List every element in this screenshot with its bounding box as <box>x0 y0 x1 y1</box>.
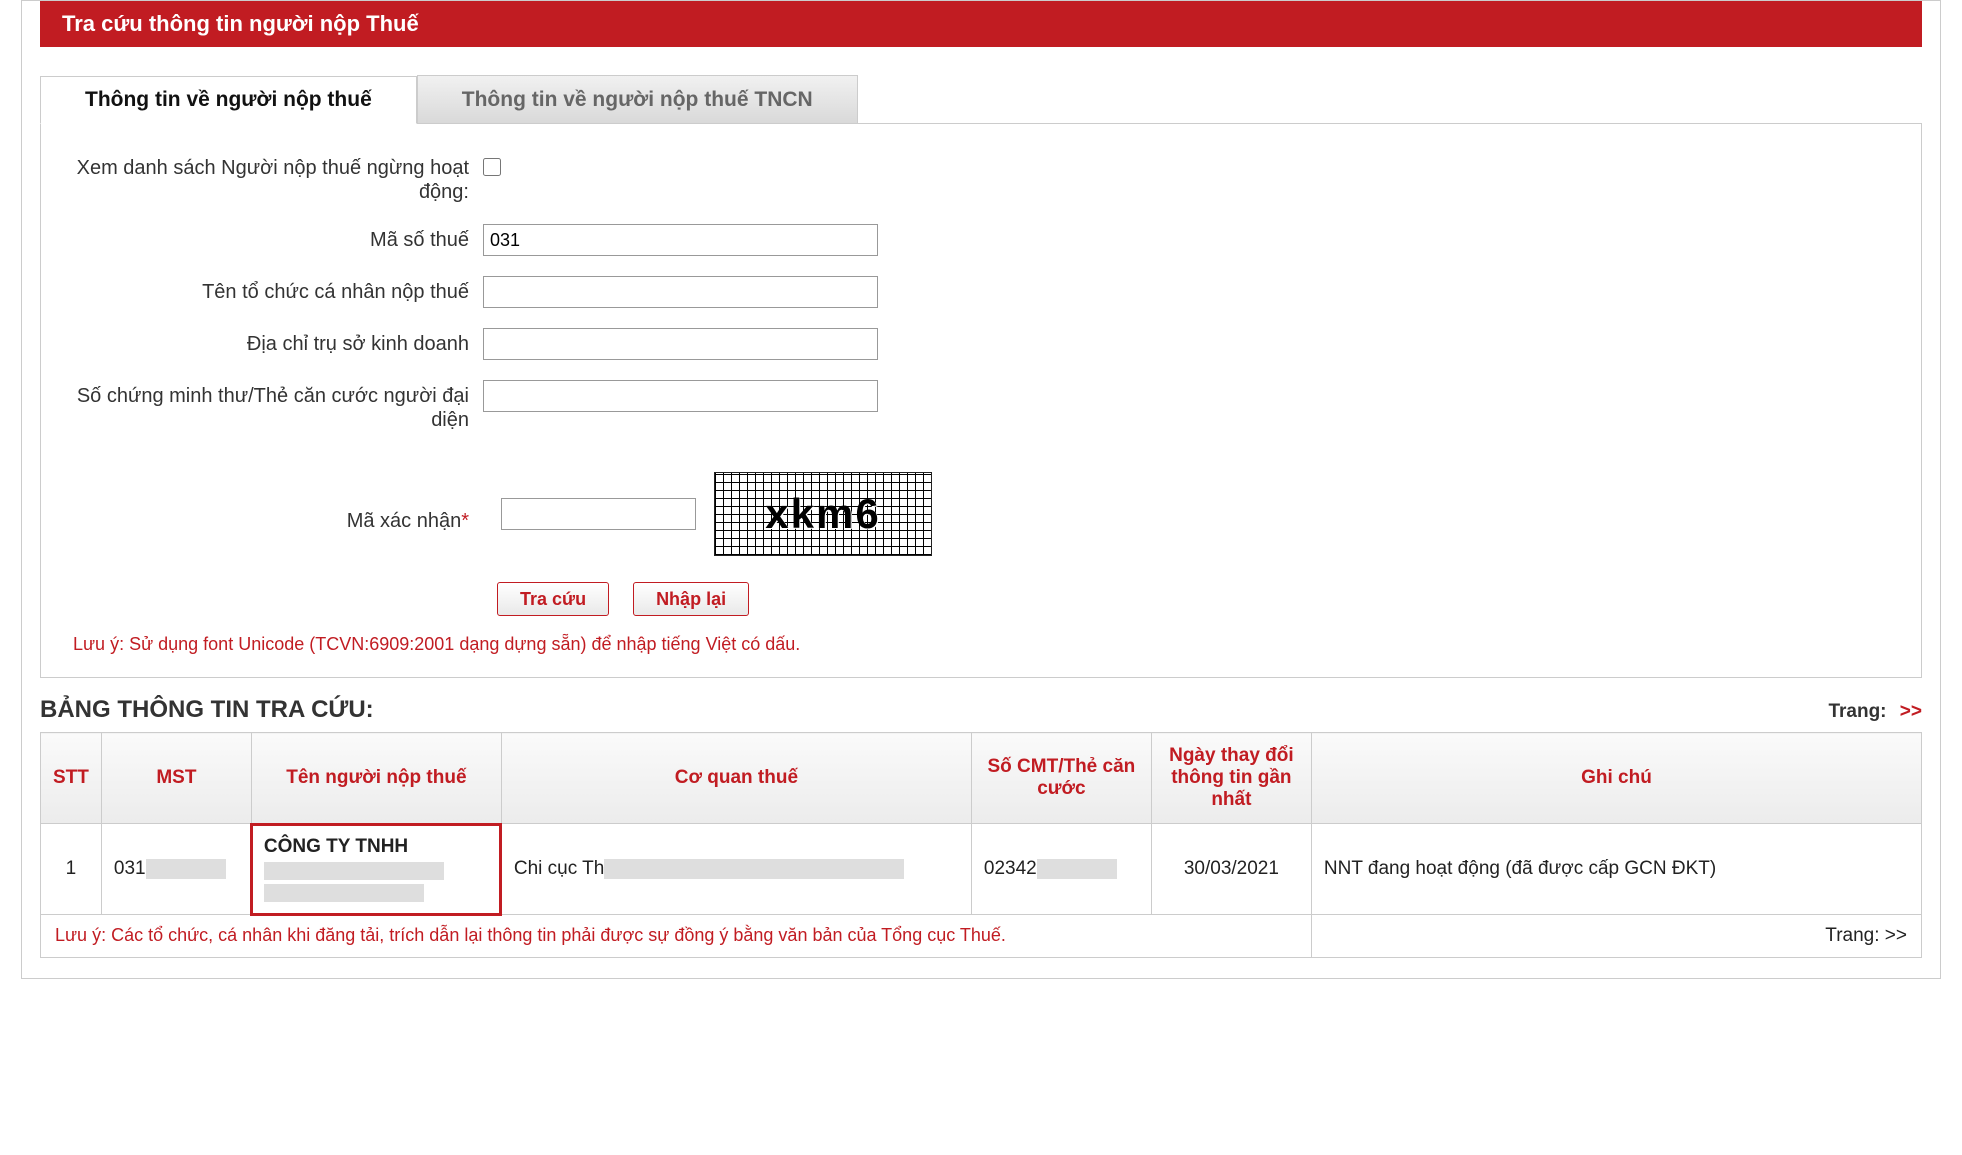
page-container: Tra cứu thông tin người nộp Thuế Thông t… <box>21 0 1941 979</box>
th-stt: STT <box>41 733 102 824</box>
label-org-name: Tên tổ chức cá nhân nộp thuế <box>73 276 483 304</box>
footer-note-cell: Lưu ý: Các tổ chức, cá nhân khi đăng tải… <box>41 915 1312 958</box>
th-date: Ngày thay đổi thông tin gần nhất <box>1151 733 1311 824</box>
button-row: Tra cứu Nhập lại <box>73 582 1889 616</box>
cell-date: 30/03/2021 <box>1151 824 1311 915</box>
title-bar: Tra cứu thông tin người nộp Thuế <box>40 1 1922 47</box>
cell-stt: 1 <box>41 824 102 915</box>
tabs: Thông tin về người nộp thuế Thông tin về… <box>40 75 1922 123</box>
input-tax-code[interactable] <box>483 224 878 256</box>
tab-label: Thông tin về người nộp thuế TNCN <box>462 88 813 112</box>
form-note: Lưu ý: Sử dụng font Unicode (TCVN:6909:2… <box>73 634 1889 655</box>
footer-note: Lưu ý: Các tổ chức, cá nhân khi đăng tải… <box>55 925 1006 945</box>
th-agency: Cơ quan thuế <box>501 733 971 824</box>
label-tax-code: Mã số thuế <box>73 224 483 252</box>
checkbox-suspended[interactable] <box>483 158 501 176</box>
row-suspended: Xem danh sách Người nộp thuế ngừng hoạt … <box>73 152 1889 204</box>
row-address: Địa chỉ trụ sở kinh doanh <box>73 328 1889 360</box>
cell-note: NNT đang hoạt động (đã được cấp GCN ĐKT) <box>1311 824 1921 915</box>
tab-label: Thông tin về người nộp thuế <box>85 88 372 112</box>
cell-id: 02342 <box>971 824 1151 915</box>
results-heading: BẢNG THÔNG TIN TRA CỨU: <box>40 696 374 724</box>
input-captcha[interactable] <box>501 498 696 530</box>
company-name-line1: CÔNG TY TNHH <box>264 836 489 858</box>
label-address: Địa chỉ trụ sở kinh doanh <box>73 328 483 356</box>
content-card: Thông tin về người nộp thuế Thông tin về… <box>40 75 1922 678</box>
inner-wrap: Thông tin về người nộp thuế Thông tin về… <box>22 75 1940 958</box>
row-tax-code: Mã số thuế <box>73 224 1889 256</box>
pager-label: Trang: <box>1828 701 1886 722</box>
pager-next-icon[interactable]: >> <box>1885 925 1907 946</box>
required-asterisk: * <box>461 510 469 532</box>
footer-pager-cell: Trang: >> <box>1311 915 1921 958</box>
th-id: Số CMT/Thẻ căn cước <box>971 733 1151 824</box>
search-button[interactable]: Tra cứu <box>497 582 609 616</box>
cell-name[interactable]: CÔNG TY TNHH <box>251 824 501 915</box>
table-header-row: STT MST Tên người nộp thuế Cơ quan thuế … <box>41 733 1922 824</box>
redacted-block <box>1037 859 1117 879</box>
input-id-card[interactable] <box>483 380 878 412</box>
company-name-redacted2 <box>264 880 489 902</box>
cell-agency: Chi cục Th <box>501 824 971 915</box>
th-note: Ghi chú <box>1311 733 1921 824</box>
th-name: Tên người nộp thuế <box>251 733 501 824</box>
label-captcha: Mã xác nhận* <box>73 495 483 533</box>
th-mst: MST <box>101 733 251 824</box>
table-footer-row: Lưu ý: Các tổ chức, cá nhân khi đăng tải… <box>41 915 1922 958</box>
label-suspended: Xem danh sách Người nộp thuế ngừng hoạt … <box>73 152 483 204</box>
tab-taxpayer-info[interactable]: Thông tin về người nộp thuế <box>40 76 417 124</box>
label-id-card: Số chứng minh thư/Thẻ căn cước người đại… <box>73 380 483 432</box>
input-address[interactable] <box>483 328 878 360</box>
page-title: Tra cứu thông tin người nộp Thuế <box>62 11 419 36</box>
results-table: STT MST Tên người nộp thuế Cơ quan thuế … <box>40 732 1922 958</box>
redacted-block <box>604 859 904 879</box>
reset-button[interactable]: Nhập lại <box>633 582 749 616</box>
row-captcha: Mã xác nhận* xkm6 <box>73 472 1889 556</box>
captcha-image: xkm6 <box>714 472 932 556</box>
company-name-redacted <box>264 858 489 880</box>
cell-mst: 031 <box>101 824 251 915</box>
results-heading-row: BẢNG THÔNG TIN TRA CỨU: Trang: >> <box>40 696 1922 724</box>
captcha-text: xkm6 <box>765 490 880 538</box>
row-org-name: Tên tổ chức cá nhân nộp thuế <box>73 276 1889 308</box>
row-id-card: Số chứng minh thư/Thẻ căn cước người đại… <box>73 380 1889 432</box>
redacted-block <box>146 859 226 879</box>
form-panel: Xem danh sách Người nộp thuế ngừng hoạt … <box>40 123 1922 678</box>
pager-top: Trang: >> <box>1828 701 1922 723</box>
input-org-name[interactable] <box>483 276 878 308</box>
pager-label: Trang: <box>1825 925 1879 946</box>
pager-next-icon[interactable]: >> <box>1900 701 1922 722</box>
table-row: 1 031 CÔNG TY TNHH Chi cục Th 02342 <box>41 824 1922 915</box>
tab-taxpayer-tncn[interactable]: Thông tin về người nộp thuế TNCN <box>417 75 858 123</box>
